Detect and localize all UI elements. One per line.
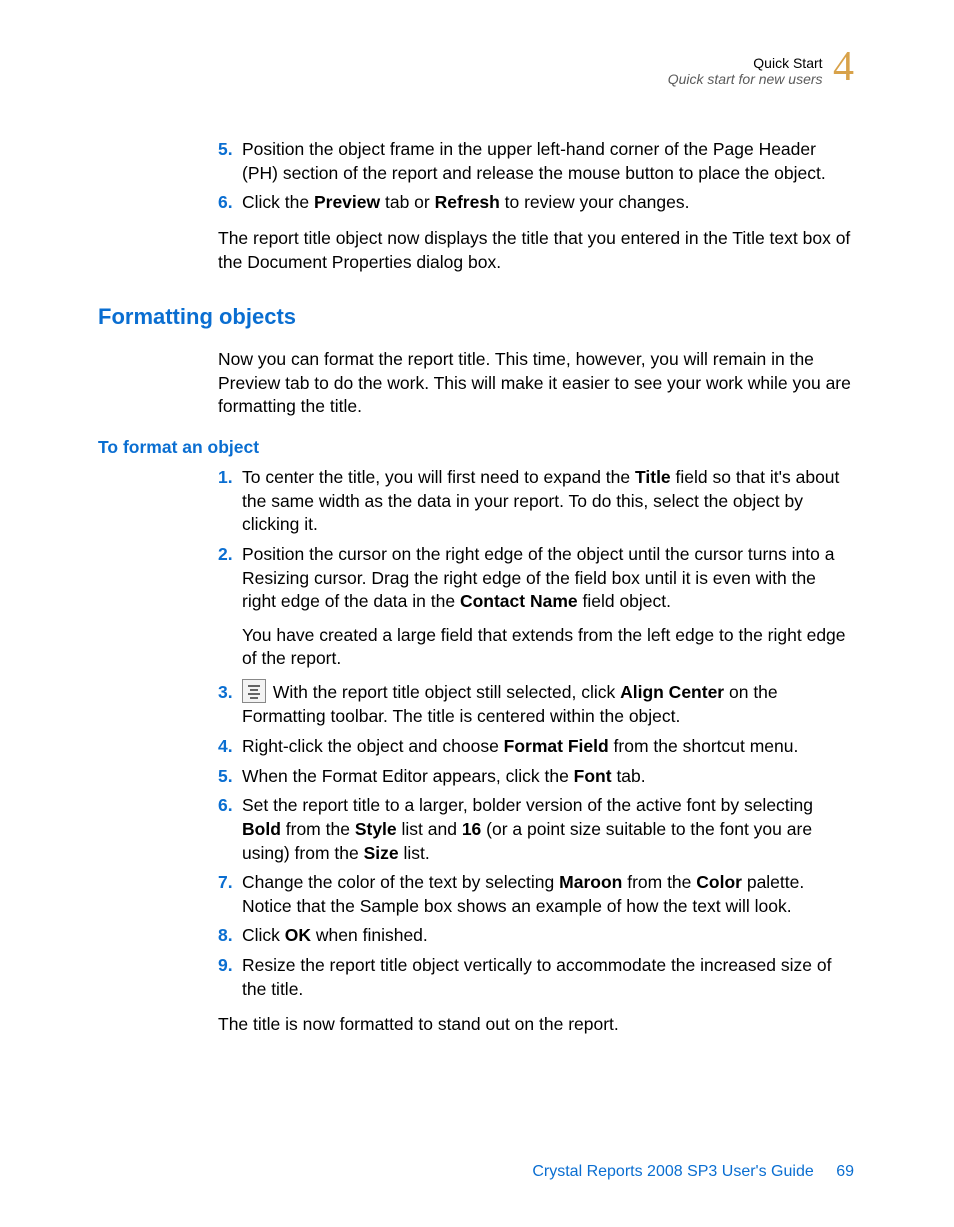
footer-title: Crystal Reports 2008 SP3 User's Guide: [532, 1163, 813, 1180]
text: tab.: [612, 766, 646, 786]
list-item: 4. Right-click the object and choose For…: [218, 735, 854, 759]
step-body: With the report title object still selec…: [242, 681, 854, 729]
step-body: Change the color of the text by selectin…: [242, 871, 854, 918]
step-number: 9.: [218, 954, 242, 1001]
list-item: 2. Position the cursor on the right edge…: [218, 543, 854, 614]
bold-text: Maroon: [559, 872, 622, 892]
text: Click: [242, 925, 285, 945]
text: field object.: [578, 591, 671, 611]
bold-text: Size: [364, 843, 399, 863]
list-item: 5. Position the object frame in the uppe…: [218, 138, 854, 185]
content-area: Now you can format the report title. Thi…: [218, 348, 854, 419]
header-text-block: Quick Start Quick start for new users: [668, 55, 823, 87]
text: from the: [622, 872, 696, 892]
chapter-number: 4: [833, 46, 854, 88]
footer-page-number: 69: [836, 1163, 854, 1180]
bold-text: Contact Name: [460, 591, 578, 611]
header-breadcrumb-1: Quick Start: [668, 55, 823, 71]
content-area: 1. To center the title, you will first n…: [218, 466, 854, 1037]
content-area: 5. Position the object frame in the uppe…: [218, 138, 854, 274]
header-breadcrumb-2: Quick start for new users: [668, 71, 823, 87]
bold-text: Bold: [242, 819, 281, 839]
step-number: 3.: [218, 681, 242, 729]
paragraph: The title is now formatted to stand out …: [218, 1013, 854, 1037]
text: Change the color of the text by selectin…: [242, 872, 559, 892]
step-number: 1.: [218, 466, 242, 537]
heading-to-format-an-object: To format an object: [98, 437, 854, 458]
bold-text: OK: [285, 925, 311, 945]
step-body: Position the cursor on the right edge of…: [242, 543, 854, 614]
step-number: 6.: [218, 794, 242, 865]
paragraph: Now you can format the report title. Thi…: [218, 348, 854, 419]
step-body: Resize the report title object verticall…: [242, 954, 854, 1001]
bold-text: Color: [696, 872, 742, 892]
bold-text: Format Field: [504, 736, 609, 756]
step-number: 4.: [218, 735, 242, 759]
list-item: 3. With the report title object still se…: [218, 681, 854, 729]
step-body: Click the Preview tab or Refresh to revi…: [242, 191, 854, 215]
paragraph: You have created a large field that exte…: [242, 624, 854, 671]
text: With the report title object still selec…: [268, 682, 620, 702]
list-item: 5. When the Format Editor appears, click…: [218, 765, 854, 789]
step-body: Click OK when finished.: [242, 924, 854, 948]
paragraph: The report title object now displays the…: [218, 227, 854, 274]
step-body: To center the title, you will first need…: [242, 466, 854, 537]
text: Set the report title to a larger, bolder…: [242, 795, 813, 815]
step-body: When the Format Editor appears, click th…: [242, 765, 854, 789]
list-item: 9. Resize the report title object vertic…: [218, 954, 854, 1001]
page: Quick Start Quick start for new users 4 …: [0, 0, 954, 1227]
bold-text: Refresh: [435, 192, 500, 212]
text: from the: [281, 819, 355, 839]
bold-text: Title: [635, 467, 671, 487]
step-number: 7.: [218, 871, 242, 918]
bold-text: Align Center: [620, 682, 724, 702]
list-item: 1. To center the title, you will first n…: [218, 466, 854, 537]
text: list.: [399, 843, 430, 863]
text: To center the title, you will first need…: [242, 467, 635, 487]
step-number: 2.: [218, 543, 242, 614]
text: list and: [397, 819, 462, 839]
step-body: Right-click the object and choose Format…: [242, 735, 854, 759]
list-item: 6. Set the report title to a larger, bol…: [218, 794, 854, 865]
step-number: 5.: [218, 765, 242, 789]
bold-text: Font: [574, 766, 612, 786]
list-item: 8. Click OK when finished.: [218, 924, 854, 948]
bold-text: Style: [355, 819, 397, 839]
step-body: Set the report title to a larger, bolder…: [242, 794, 854, 865]
list-item: 7. Change the color of the text by selec…: [218, 871, 854, 918]
step-number: 6.: [218, 191, 242, 215]
bold-text: 16: [462, 819, 481, 839]
bold-text: Preview: [314, 192, 380, 212]
page-header: Quick Start Quick start for new users 4: [98, 50, 854, 98]
align-center-icon: [242, 679, 266, 703]
list-item: 6. Click the Preview tab or Refresh to r…: [218, 191, 854, 215]
text: tab or: [380, 192, 434, 212]
text: Click the: [242, 192, 314, 212]
step-number: 8.: [218, 924, 242, 948]
text: Right-click the object and choose: [242, 736, 504, 756]
text: when finished.: [311, 925, 428, 945]
step-body: Position the object frame in the upper l…: [242, 138, 854, 185]
step-number: 5.: [218, 138, 242, 185]
page-footer: Crystal Reports 2008 SP3 User's Guide 69: [532, 1163, 854, 1181]
text: to review your changes.: [500, 192, 690, 212]
heading-formatting-objects: Formatting objects: [98, 304, 854, 330]
text: When the Format Editor appears, click th…: [242, 766, 574, 786]
text: from the shortcut menu.: [609, 736, 799, 756]
